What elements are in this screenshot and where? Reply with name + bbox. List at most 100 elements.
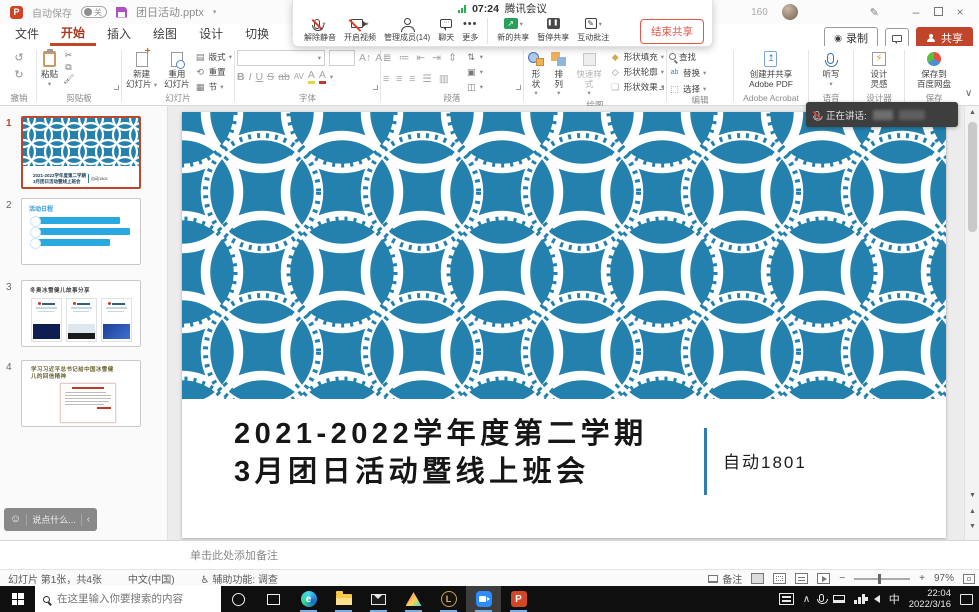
drawing-dialog-launcher[interactable]: [659, 85, 664, 90]
clipboard-dialog-launcher[interactable]: [114, 85, 119, 90]
tab-transitions[interactable]: 切换: [234, 21, 280, 46]
italic-button[interactable]: I: [249, 71, 252, 83]
autosave-toggle[interactable]: 关: [81, 6, 107, 18]
reading-view-button[interactable]: [795, 573, 808, 584]
reuse-slides-button[interactable]: 重用幻灯片: [162, 49, 192, 90]
meeting-quick-chat[interactable]: ☺ 说点什么... ‹: [4, 508, 97, 531]
scroll-down-icon[interactable]: ▼: [965, 492, 979, 499]
tab-draw[interactable]: 绘图: [142, 21, 188, 46]
tab-insert[interactable]: 插入: [96, 21, 142, 46]
cut-icon[interactable]: ✂: [63, 50, 74, 60]
notes-placeholder[interactable]: 单击此处添加备注: [190, 547, 278, 563]
shape-outline-button[interactable]: ◇形状轮廓▾: [610, 65, 664, 78]
underline-button[interactable]: U: [256, 71, 264, 83]
zoom-percent[interactable]: 97%: [934, 573, 954, 584]
font-size-box[interactable]: [329, 50, 355, 66]
collapse-chat-icon[interactable]: ‹: [87, 514, 90, 525]
taskbar-mail[interactable]: [361, 586, 396, 612]
slide-thumbnail-3[interactable]: 冬奥冰雪健儿故事分享: [21, 280, 141, 347]
decrease-indent-icon[interactable]: ⇤: [416, 52, 425, 64]
emoji-icon[interactable]: ☺: [10, 514, 21, 525]
select-button[interactable]: ⬚选择▾: [669, 82, 706, 95]
notes-toggle-button[interactable]: 备注: [708, 571, 742, 586]
tab-design[interactable]: 设计: [188, 21, 234, 46]
taskbar-tencent-meeting[interactable]: [466, 586, 501, 612]
shape-fill-button[interactable]: ◆形状填充▾: [610, 50, 664, 63]
news-widget-icon[interactable]: [779, 593, 794, 605]
numbering-icon[interactable]: ≔: [399, 52, 410, 64]
undo-icon[interactable]: ↺: [14, 51, 23, 64]
volume-icon[interactable]: [874, 595, 880, 603]
ime-indicator[interactable]: 中: [889, 591, 900, 607]
taskbar-league-of-legends[interactable]: L: [431, 586, 466, 612]
close-button[interactable]: ×: [949, 5, 971, 19]
text-direction-button[interactable]: ⇅▾: [466, 50, 483, 63]
pause-share-button[interactable]: ❚❚ 暂停共享: [534, 16, 572, 43]
shapes-button[interactable]: 形状▾: [526, 49, 546, 100]
slide-class-name[interactable]: 自动1801: [723, 448, 807, 473]
avatar[interactable]: [782, 4, 798, 20]
zoom-slider[interactable]: [854, 578, 910, 580]
paste-button[interactable]: 粘贴▾: [39, 49, 60, 90]
chat-button[interactable]: ⋯ 聊天: [435, 16, 457, 43]
quick-chat-placeholder[interactable]: 说点什么...: [32, 513, 76, 526]
file-name[interactable]: 团日活动.pptx: [136, 4, 204, 20]
slide-title-block[interactable]: 2021-2022学年度第二学期 3月团日活动暨线上班会: [234, 415, 648, 491]
slide-sorter-view-button[interactable]: [773, 573, 786, 584]
slide-thumbnail-2[interactable]: 活动日程: [21, 198, 141, 265]
design-ideas-button[interactable]: ⚡ 设计灵感: [868, 49, 889, 90]
collapse-ribbon-icon[interactable]: ∨: [965, 88, 972, 99]
taskbar-clock[interactable]: 22:04 2022/3/16: [909, 588, 951, 610]
font-dialog-launcher[interactable]: [373, 85, 378, 90]
normal-view-button[interactable]: [751, 573, 764, 584]
action-center-icon[interactable]: [960, 594, 973, 605]
justify-icon[interactable]: ☰: [422, 73, 431, 85]
bold-button[interactable]: B: [237, 71, 245, 83]
strikethrough-button[interactable]: S: [267, 71, 274, 83]
arrange-button[interactable]: 排列▾: [549, 49, 569, 100]
create-pdf-button[interactable]: ↥ 创建并共享Adobe PDF: [747, 49, 795, 90]
save-to-baidu-button[interactable]: 保存到百度网盘: [915, 49, 953, 90]
zoom-slider-thumb[interactable]: [878, 574, 881, 584]
task-view-button[interactable]: [256, 586, 291, 612]
annotation-button[interactable]: ✎▾ 互动批注: [574, 16, 612, 43]
char-spacing-icon[interactable]: AV: [294, 72, 304, 81]
increase-indent-icon[interactable]: ⇥: [432, 52, 441, 64]
unmute-button[interactable]: ▾ 解除静音: [301, 16, 339, 43]
start-video-button[interactable]: ▾ 开启视频: [341, 16, 379, 43]
start-button[interactable]: [0, 586, 35, 612]
line-spacing-icon[interactable]: ⇕: [448, 52, 457, 64]
align-left-icon[interactable]: ≡: [383, 73, 389, 85]
font-name-box[interactable]: ▾: [237, 50, 325, 66]
save-icon[interactable]: [116, 7, 127, 18]
copy-icon[interactable]: ⧉: [63, 62, 74, 72]
text-highlight-icon[interactable]: A: [308, 69, 315, 84]
comments-button[interactable]: [885, 28, 909, 48]
vertical-scrollbar[interactable]: ▲ ▼ ▲ ▼: [964, 106, 979, 540]
scrollbar-thumb[interactable]: [968, 122, 977, 232]
new-share-button[interactable]: ↗▾ 新的共享: [494, 16, 532, 43]
paragraph-dialog-launcher[interactable]: [516, 85, 521, 90]
font-color-icon[interactable]: A: [319, 69, 326, 84]
reset-button[interactable]: ⟲重置: [195, 65, 232, 78]
tab-file[interactable]: 文件: [4, 21, 50, 46]
format-painter-icon[interactable]: 🖌: [63, 74, 74, 84]
taskbar-app[interactable]: [396, 586, 431, 612]
minimize-button[interactable]: –: [905, 5, 927, 19]
notes-pane[interactable]: 单击此处添加备注: [0, 540, 979, 569]
section-button[interactable]: ▦节▾: [195, 80, 232, 93]
redo-icon[interactable]: ↻: [14, 68, 23, 81]
taskbar-edge[interactable]: e: [291, 586, 326, 612]
replace-button[interactable]: ab替换▾: [669, 66, 706, 79]
tab-home[interactable]: 开始: [50, 20, 96, 46]
cortana-button[interactable]: [221, 586, 256, 612]
slide-thumbnail-1[interactable]: 2021-2022学年度第二学期 3月团日活动暨线上班会 自动1801: [21, 116, 141, 189]
language-status[interactable]: 中文(中国): [128, 571, 175, 586]
zoom-out-button[interactable]: −: [839, 573, 845, 584]
hidden-icons-chevron[interactable]: ∧: [803, 594, 810, 605]
previous-slide-icon[interactable]: ▲: [965, 508, 979, 515]
network-icon[interactable]: [854, 594, 865, 604]
tray-device-icon[interactable]: [833, 595, 845, 603]
end-share-button[interactable]: 结束共享: [640, 19, 704, 44]
taskbar-file-explorer[interactable]: [326, 586, 361, 612]
